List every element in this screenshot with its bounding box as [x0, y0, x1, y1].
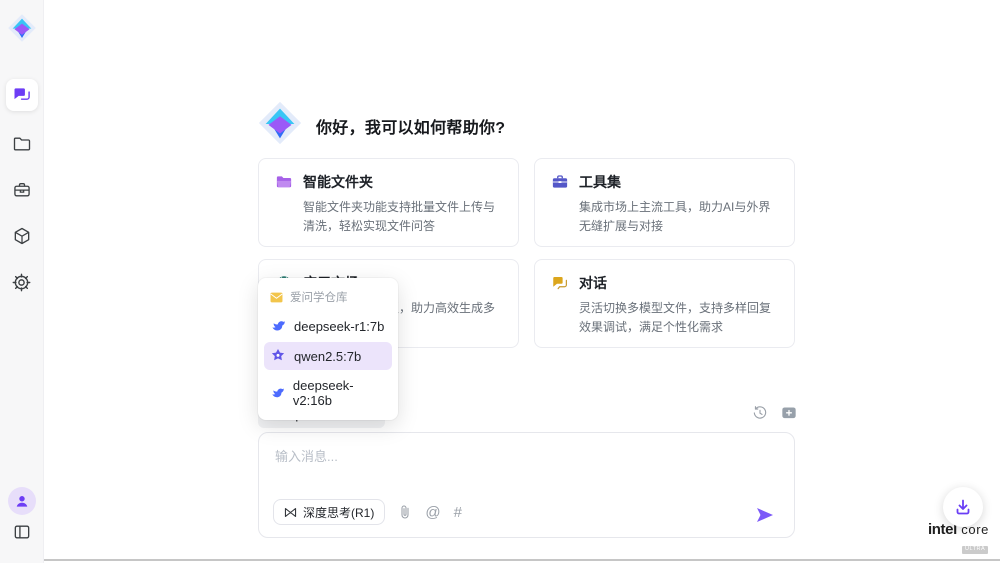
chat-bubbles-icon	[551, 274, 569, 292]
deepseek-icon	[270, 318, 286, 334]
message-composer: 深度思考(R1) @ #	[258, 432, 795, 538]
sidebar-item-chat[interactable]	[6, 79, 38, 111]
card-conversation[interactable]: 对话 灵活切换多模型文件，支持多样回复效果调试，满足个性化需求	[534, 259, 795, 348]
qwen-icon	[270, 348, 286, 364]
gear-icon	[11, 272, 32, 293]
model-repo-group: 爱问学仓库	[264, 284, 392, 310]
card-description: 智能文件夹功能支持批量文件上传与清洗，轻松实现文件问答	[303, 198, 502, 235]
app-logo	[7, 12, 37, 44]
model-option-label: deepseek-r1:7b	[294, 319, 384, 334]
cube-icon	[12, 226, 32, 246]
app-window: 你好，我可以如何帮助你? 智能文件夹 智能文件夹功能支持批量文件上传与清洗，轻松…	[0, 0, 1000, 563]
card-title: 对话	[579, 273, 607, 293]
card-description: 灵活切换多模型文件，支持多样回复效果调试，满足个性化需求	[579, 299, 778, 336]
greeting-logo-icon	[257, 99, 303, 147]
sidebar-collapse-toggle[interactable]	[6, 516, 38, 548]
briefcase-icon	[551, 173, 569, 191]
sidebar-item-models[interactable]	[6, 220, 38, 252]
mention-button[interactable]: @	[425, 504, 440, 521]
card-toolset[interactable]: 工具集 集成市场上主流工具，助力AI与外界无缝扩展与对接	[534, 158, 795, 247]
chat-icon	[12, 85, 32, 105]
model-option-label: deepseek-v2:16b	[293, 378, 386, 408]
sidebar-item-toolbox[interactable]	[6, 174, 38, 206]
deep-think-label: 深度思考(R1)	[303, 504, 374, 521]
chat-toolbar	[752, 405, 797, 421]
history-button[interactable]	[752, 405, 768, 421]
deepseek-icon	[270, 385, 285, 401]
panel-toggle-icon	[12, 522, 32, 542]
new-chat-icon	[781, 406, 797, 421]
user-avatar[interactable]	[8, 487, 36, 515]
app-logo-icon	[7, 12, 37, 44]
download-icon	[954, 498, 972, 516]
window-bottom-edge	[0, 559, 1000, 561]
sidebar-item-settings[interactable]	[6, 266, 38, 298]
composer-toolbar: 深度思考(R1) @ #	[273, 499, 462, 525]
greeting-title: 你好，我可以如何帮助你?	[316, 114, 505, 138]
model-option-deepseek-r1[interactable]: deepseek-r1:7b	[264, 312, 392, 340]
sidebar-item-folders[interactable]	[6, 128, 38, 160]
sidebar	[0, 0, 44, 563]
model-dropdown: 爱问学仓库 deepseek-r1:7b qwen2.5:7b deepseek…	[258, 278, 398, 420]
folder-icon	[12, 134, 32, 154]
briefcase-icon	[12, 180, 32, 200]
deep-think-icon	[284, 507, 297, 518]
new-chat-button[interactable]	[781, 406, 797, 421]
send-icon	[756, 507, 774, 523]
paperclip-icon	[398, 504, 412, 520]
card-title: 工具集	[579, 172, 621, 192]
attach-file-button[interactable]	[398, 504, 412, 520]
card-smart-folder[interactable]: 智能文件夹 智能文件夹功能支持批量文件上传与清洗，轻松实现文件问答	[258, 158, 519, 247]
folder-icon	[275, 173, 293, 191]
send-button[interactable]	[756, 507, 774, 523]
deep-think-toggle[interactable]: 深度思考(R1)	[273, 499, 385, 525]
history-icon	[752, 405, 768, 421]
model-option-label: qwen2.5:7b	[294, 349, 361, 364]
message-input[interactable]	[275, 446, 775, 488]
ultra-badge: ULTRA	[962, 546, 988, 554]
model-repo-label: 爱问学仓库	[290, 289, 348, 305]
download-button[interactable]	[943, 487, 983, 527]
card-description: 集成市场上主流工具，助力AI与外界无缝扩展与对接	[579, 198, 778, 235]
card-title: 智能文件夹	[303, 172, 373, 192]
model-option-deepseek-v2[interactable]: deepseek-v2:16b	[264, 372, 392, 414]
prompt-tag-button[interactable]: #	[454, 504, 462, 521]
repo-envelope-icon	[270, 292, 283, 303]
user-avatar-icon	[13, 492, 31, 510]
model-option-qwen[interactable]: qwen2.5:7b	[264, 342, 392, 370]
